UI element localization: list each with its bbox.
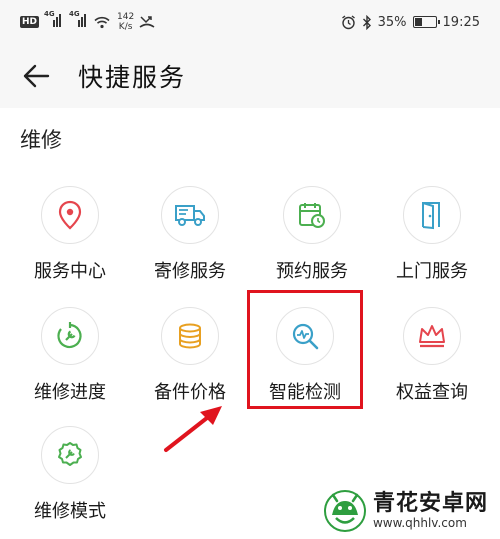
alarm-icon: [341, 14, 355, 29]
status-left: HD 4G 4G 142 K/s: [20, 10, 155, 32]
mail-in-repair-circle: [161, 186, 219, 244]
watermark: 青花安卓网 www.qhhlv.com: [323, 489, 488, 533]
service-center-button[interactable]: 服务中心: [15, 186, 125, 296]
bluetooth-icon: [362, 14, 371, 30]
page-title: 快捷服务: [78, 63, 187, 92]
watermark-text: 青花安卓网 www.qhhlv.com: [372, 491, 488, 530]
status-right: 35% 19:25: [341, 14, 480, 30]
speed-value: 142: [117, 12, 135, 22]
repair-mode-circle: [41, 426, 99, 484]
signal-1-label: 4G: [44, 9, 55, 18]
truck-icon: [175, 205, 205, 226]
wifi-icon: [94, 16, 110, 28]
status-bar: HD 4G 4G 142 K/s 35% 19:25: [0, 0, 500, 44]
onsite-service-circle: [403, 186, 461, 244]
item-label: 上门服务: [396, 261, 468, 282]
location-pin-icon: [58, 200, 82, 230]
benefits-query-button[interactable]: 权益查询: [377, 307, 487, 417]
item-label: 维修进度: [34, 382, 106, 403]
missed-call-icon: [139, 16, 155, 28]
mail-in-repair-button[interactable]: 寄修服务: [135, 186, 245, 296]
repair-mode-button[interactable]: 维修模式: [15, 426, 125, 536]
item-label: 预约服务: [276, 261, 348, 282]
door-icon: [422, 202, 440, 230]
signal-icon: 4G: [44, 10, 64, 31]
repair-progress-circle: [41, 307, 99, 365]
watermark-name: 青花安卓网: [372, 491, 488, 517]
appointment-circle: [283, 186, 341, 244]
crown-icon: [419, 325, 445, 348]
progress-wrench-icon: [57, 322, 82, 349]
item-label: 维修模式: [34, 501, 106, 522]
pointer-arrow-icon: [164, 406, 222, 452]
speed-unit: K/s: [118, 22, 133, 32]
repair-progress-button[interactable]: 维修进度: [15, 307, 125, 417]
repair-card: 维修 服务中心 寄修服务 预约服务 上门服务 维修进度 备件价格 智能检测 权益…: [0, 108, 500, 539]
signal-2-label: 4G: [69, 9, 80, 18]
coins-icon: [179, 323, 201, 349]
item-label: 权益查询: [396, 382, 468, 403]
item-label: 服务中心: [34, 261, 106, 282]
parts-price-circle: [161, 307, 219, 365]
back-arrow-icon[interactable]: [22, 62, 50, 90]
network-speed: 142 K/s: [117, 12, 134, 32]
battery-icon: [412, 16, 440, 28]
battery-percent: 35%: [377, 14, 407, 30]
item-label: 寄修服务: [154, 261, 226, 282]
benefits-query-circle: [403, 307, 461, 365]
watermark-logo-icon: [323, 490, 366, 532]
onsite-service-button[interactable]: 上门服务: [377, 186, 487, 296]
clock: 19:25: [442, 14, 480, 30]
service-center-circle: [41, 186, 99, 244]
hd-badge: HD: [20, 16, 40, 28]
calendar-clock-icon: [299, 203, 325, 228]
title-bar: 快捷服务: [0, 44, 500, 108]
appointment-button[interactable]: 预约服务: [257, 186, 367, 296]
gear-wrench-icon: [58, 442, 82, 466]
section-title: 维修: [20, 128, 62, 152]
highlight-box: [247, 290, 363, 409]
signal-icon-2: 4G: [69, 10, 89, 31]
watermark-url: www.qhhlv.com: [372, 515, 467, 530]
